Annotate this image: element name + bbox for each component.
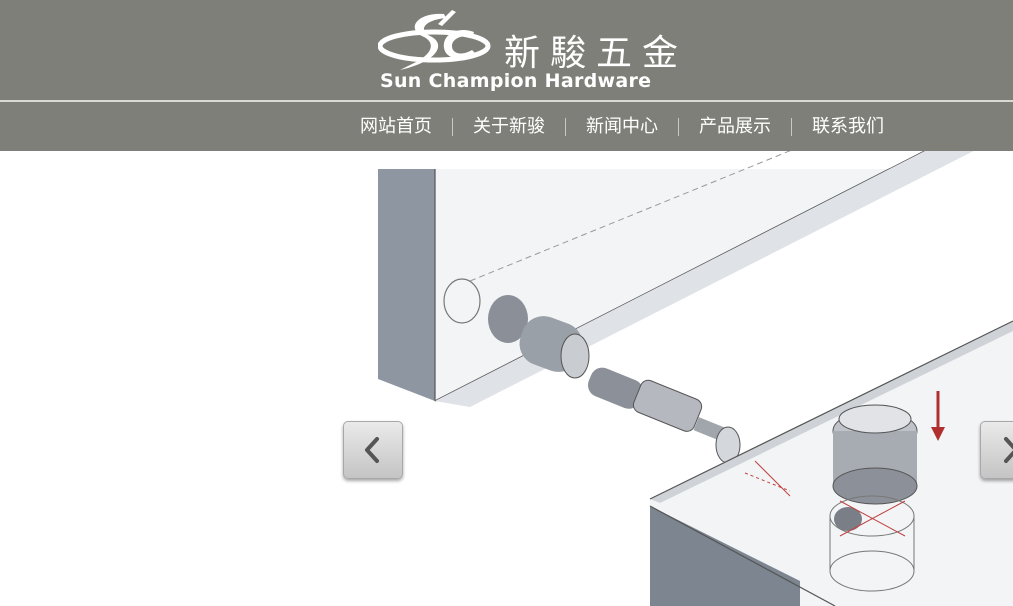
nav-item-news[interactable]: 新闻中心 — [566, 102, 678, 151]
slider-prev-button[interactable] — [343, 421, 403, 479]
brand-english-name: Sun Champion Hardware — [380, 70, 652, 92]
brand-logo[interactable]: 新駿五金 Sun Champion Hardware — [378, 6, 678, 96]
slider-next-button[interactable] — [980, 421, 1013, 479]
main-navigation: 网站首页 关于新骏 新闻中心 产品展示 联系我们 — [0, 102, 1013, 151]
chevron-right-icon — [1004, 437, 1013, 463]
site-header: 新駿五金 Sun Champion Hardware — [0, 0, 1013, 100]
hero-slider — [0, 151, 1013, 606]
nav-item-about[interactable]: 关于新骏 — [453, 102, 565, 151]
cam-lock-illustration — [378, 151, 1013, 606]
nav-item-products[interactable]: 产品展示 — [679, 102, 791, 151]
sc-monogram-logo — [378, 10, 491, 70]
chevron-left-icon — [365, 437, 379, 463]
nav-item-contact[interactable]: 联系我们 — [792, 102, 904, 151]
brand-chinese-name: 新駿五金 — [504, 33, 689, 74]
nav-item-home[interactable]: 网站首页 — [340, 102, 452, 151]
